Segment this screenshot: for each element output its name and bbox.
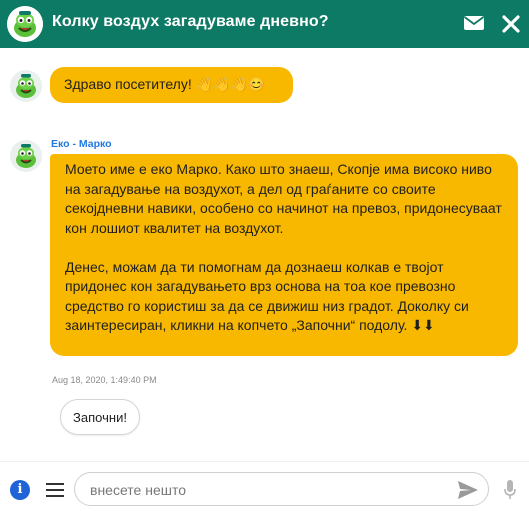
robot-avatar-icon — [7, 6, 43, 42]
bot-avatar-icon — [10, 140, 42, 172]
start-button[interactable]: Започни! — [60, 399, 140, 435]
message-paragraph: Моето име е еко Марко. Како што знаеш, С… — [65, 161, 502, 236]
bot-message-bubble: Здраво посетителу! 👋👋👋😊 — [50, 67, 293, 103]
menu-icon[interactable] — [46, 482, 66, 498]
message-input[interactable] — [88, 479, 452, 501]
bot-avatar-icon — [10, 70, 42, 102]
message-timestamp: Aug 18, 2020, 1:49:40 PM — [52, 375, 157, 385]
close-icon[interactable] — [500, 13, 522, 35]
microphone-icon[interactable] — [503, 479, 517, 501]
chat-header: Колку воздух загадуваме дневно? — [0, 0, 529, 48]
message-text: Здраво посетителу! 👋👋👋😊 — [64, 76, 266, 92]
info-icon[interactable]: i — [10, 480, 30, 500]
composer-divider — [0, 461, 529, 462]
bot-message-bubble: Моето име е еко Марко. Како што знаеш, С… — [50, 154, 518, 356]
chat-title: Колку воздух загадуваме дневно? — [52, 13, 329, 30]
sender-name: Еко - Марко — [51, 138, 112, 150]
message-paragraph: Денес, можам да ти помогнам да дознаеш к… — [65, 258, 469, 334]
mail-icon[interactable] — [463, 12, 485, 34]
send-icon[interactable] — [457, 480, 479, 500]
message-input-container — [74, 472, 489, 506]
